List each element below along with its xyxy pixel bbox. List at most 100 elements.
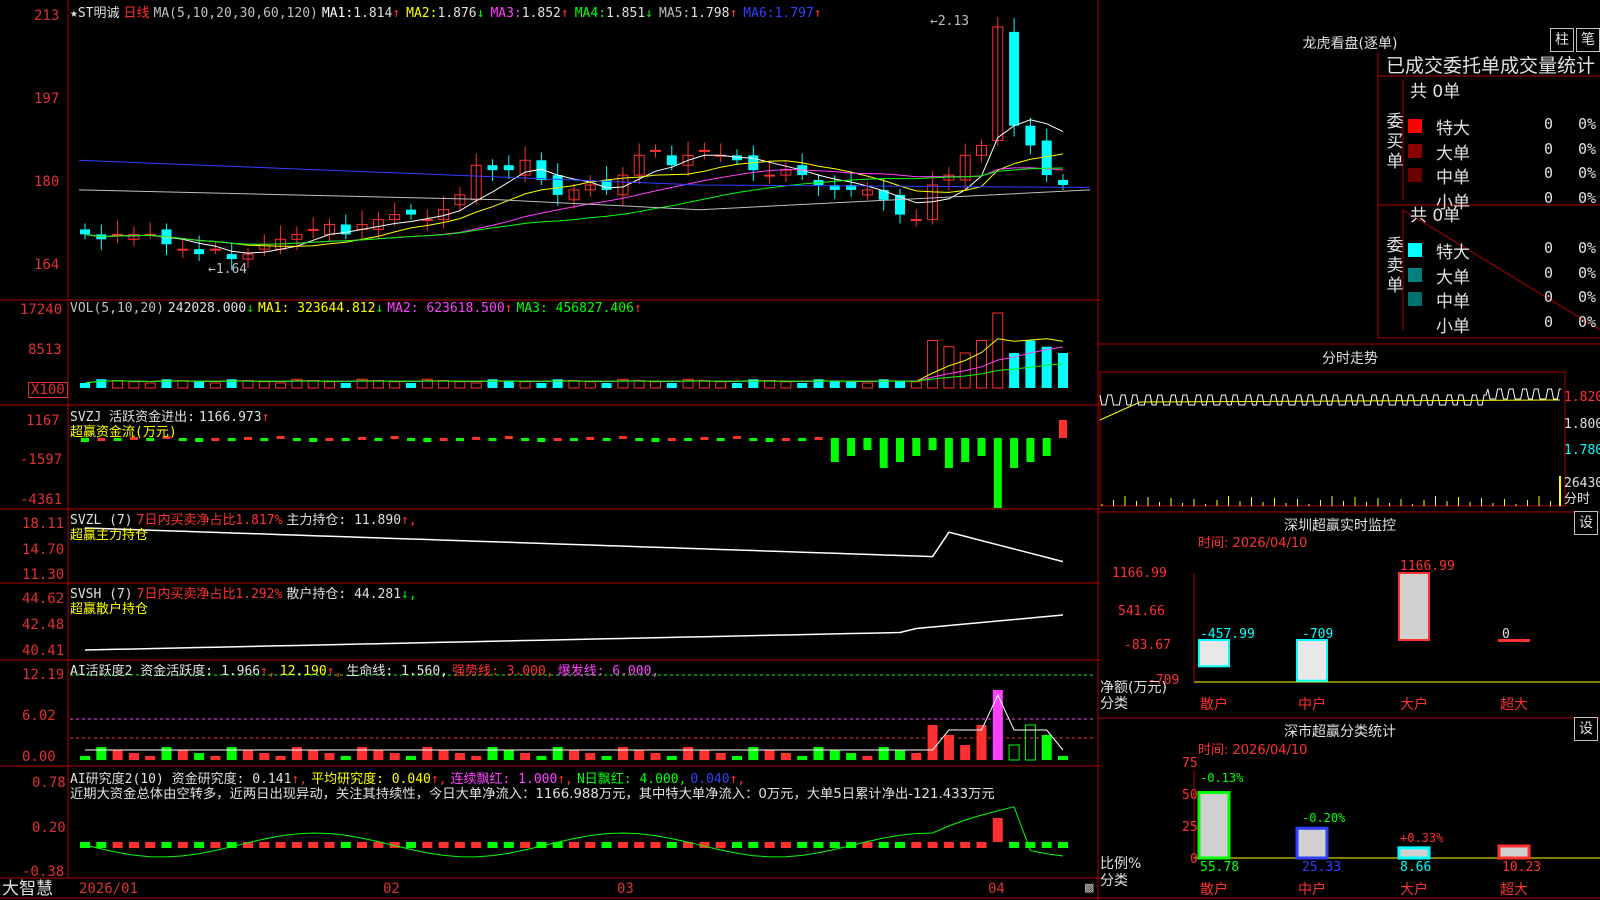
volume-bar <box>1009 353 1020 388</box>
ai2-title: AI研究度2(10) 资金研究度: 0.141 <box>70 772 292 787</box>
sell-orders-label: 委卖单 <box>1384 236 1406 296</box>
sz-monitor-tick-2: 541.66 <box>1118 604 1165 619</box>
sz-monitor-value-2: -709 <box>1302 627 1334 642</box>
buy-row-name: 中单 <box>1436 168 1470 188</box>
ma-arrow: ↑ <box>813 6 822 21</box>
flow-bar <box>847 438 856 456</box>
volume-bar <box>601 383 612 388</box>
chart-canvas[interactable] <box>0 0 1600 900</box>
sz-class-settings-button[interactable]: 设 <box>1574 717 1598 741</box>
sz-class-tick-3: 25 <box>1182 820 1198 835</box>
flow-bar <box>341 438 350 441</box>
intraday-tick-3: 1.780 <box>1564 443 1600 458</box>
flow-bar <box>716 438 725 441</box>
volume-bar <box>732 383 742 388</box>
ma-3-value: MA3:1.852↑ <box>490 6 572 21</box>
price-tick-2: 197 <box>34 91 60 107</box>
ma-number: 1.852 <box>521 6 561 21</box>
activity-bar <box>732 756 742 760</box>
vol-unit-button[interactable]: X100 <box>28 382 68 398</box>
sz-class-value-2: 25.33 <box>1302 860 1342 875</box>
sz-monitor-category-2: 中户 <box>1298 697 1326 713</box>
svsh-tick-2: 42.48 <box>22 617 65 633</box>
star-icon[interactable]: ★ <box>70 6 78 21</box>
buy-row-percent: 0% <box>1578 188 1597 207</box>
research-bar <box>422 842 433 848</box>
candle <box>209 248 221 251</box>
sz-monitor-value-4: 0 <box>1502 627 1510 642</box>
volume-bar <box>536 383 547 388</box>
ma-values: MA1:1.814↑ MA2:1.876↓ MA3:1.852↑ MA4:1.851↓… <box>322 6 828 21</box>
flow-bar <box>830 438 839 462</box>
activity-bar <box>601 756 612 760</box>
research-bar <box>862 842 873 848</box>
vol-title: VOL(5,10,20) <box>70 301 164 316</box>
flow-bar <box>993 438 1002 508</box>
buy-row-name: 特大 <box>1436 119 1470 139</box>
ai2-avg: 平均研究度: 0.040 <box>311 772 431 787</box>
volume-bar <box>519 381 531 389</box>
ma-label: MA2: <box>406 6 438 21</box>
ai1-life: 生命线: 1.560, <box>346 664 448 679</box>
svsh-hold: 散户持仓: 44.281 <box>286 587 402 602</box>
intraday-tick-1: 1.820 <box>1564 390 1600 405</box>
sz-monitor-settings-button[interactable]: 设 <box>1574 511 1598 535</box>
class-bar <box>1397 846 1431 860</box>
intraday-vol: 26430 <box>1564 476 1600 491</box>
research-bar <box>976 842 987 848</box>
sell-row-count: 0 <box>1544 239 1554 257</box>
flow-bar <box>227 438 236 441</box>
activity-bar <box>291 747 302 760</box>
svzl-hold: 主力持仓: 11.890 <box>286 513 402 528</box>
volume-bar <box>895 380 905 388</box>
price-min-label: ←1.64 <box>208 262 248 277</box>
sz-class-change-1: -0.13% <box>1200 771 1244 785</box>
sell-total: 共 0单 <box>1410 206 1461 226</box>
sz-class-value-4: 10.23 <box>1502 860 1542 875</box>
ai1-arrow-1: ↑, <box>260 664 276 679</box>
sell-row-count: 0 <box>1544 312 1554 331</box>
activity-bar <box>194 753 205 760</box>
activity-bar <box>585 753 596 760</box>
tick-mode-button[interactable]: 笔 <box>1576 28 1600 52</box>
activity-bar <box>389 753 400 760</box>
flow-bar <box>912 438 921 456</box>
volume-bar <box>389 381 401 389</box>
candle <box>910 219 922 222</box>
activity-bar <box>666 756 677 760</box>
candle <box>177 248 189 251</box>
buy-row-count: 0 <box>1544 139 1554 158</box>
volume-bar <box>340 383 351 388</box>
ma-label: MA1: <box>321 6 354 21</box>
flow-bar <box>879 438 888 468</box>
flow-bar <box>488 438 497 441</box>
intraday-title: 分时走势 <box>1322 351 1378 367</box>
candle <box>1058 180 1068 185</box>
research-bar <box>601 842 612 848</box>
vol-ma3: MA3: 456827.406 <box>516 301 634 316</box>
ai1-tick-3: 0.00 <box>22 749 56 765</box>
research-line <box>84 806 1064 858</box>
flow-bar <box>260 438 269 441</box>
period-label[interactable]: 日线 <box>123 6 149 21</box>
volume-bar <box>1025 340 1036 388</box>
price-tick-1: 213 <box>34 8 60 24</box>
volume-bar <box>242 380 254 389</box>
candle <box>226 254 237 260</box>
research-bar <box>911 842 922 848</box>
ai2-header: AI研究度2(10) 资金研究度: 0.141↑, 平均研究度: 0.040↑, 连… <box>70 768 749 787</box>
candle <box>666 155 677 166</box>
buy-row-percent: 0% <box>1578 115 1597 133</box>
flow-bar <box>749 438 758 441</box>
buy-color-swatch <box>1408 193 1422 207</box>
lock-icon[interactable]: ▩ <box>1084 880 1094 895</box>
sz-monitor-value-3: 1166.99 <box>1400 559 1455 574</box>
research-bar <box>764 842 775 848</box>
flow-bar <box>1010 438 1019 468</box>
candle <box>1009 31 1020 126</box>
ma-label: MA6: <box>743 6 775 21</box>
buy-color-swatch <box>1408 168 1422 182</box>
ma-params: MA(5,10,20,30,60,120) <box>153 6 318 21</box>
bar-mode-button[interactable]: 柱 <box>1550 28 1574 52</box>
sell-row-1: 特大 0 0% <box>1408 238 1600 263</box>
